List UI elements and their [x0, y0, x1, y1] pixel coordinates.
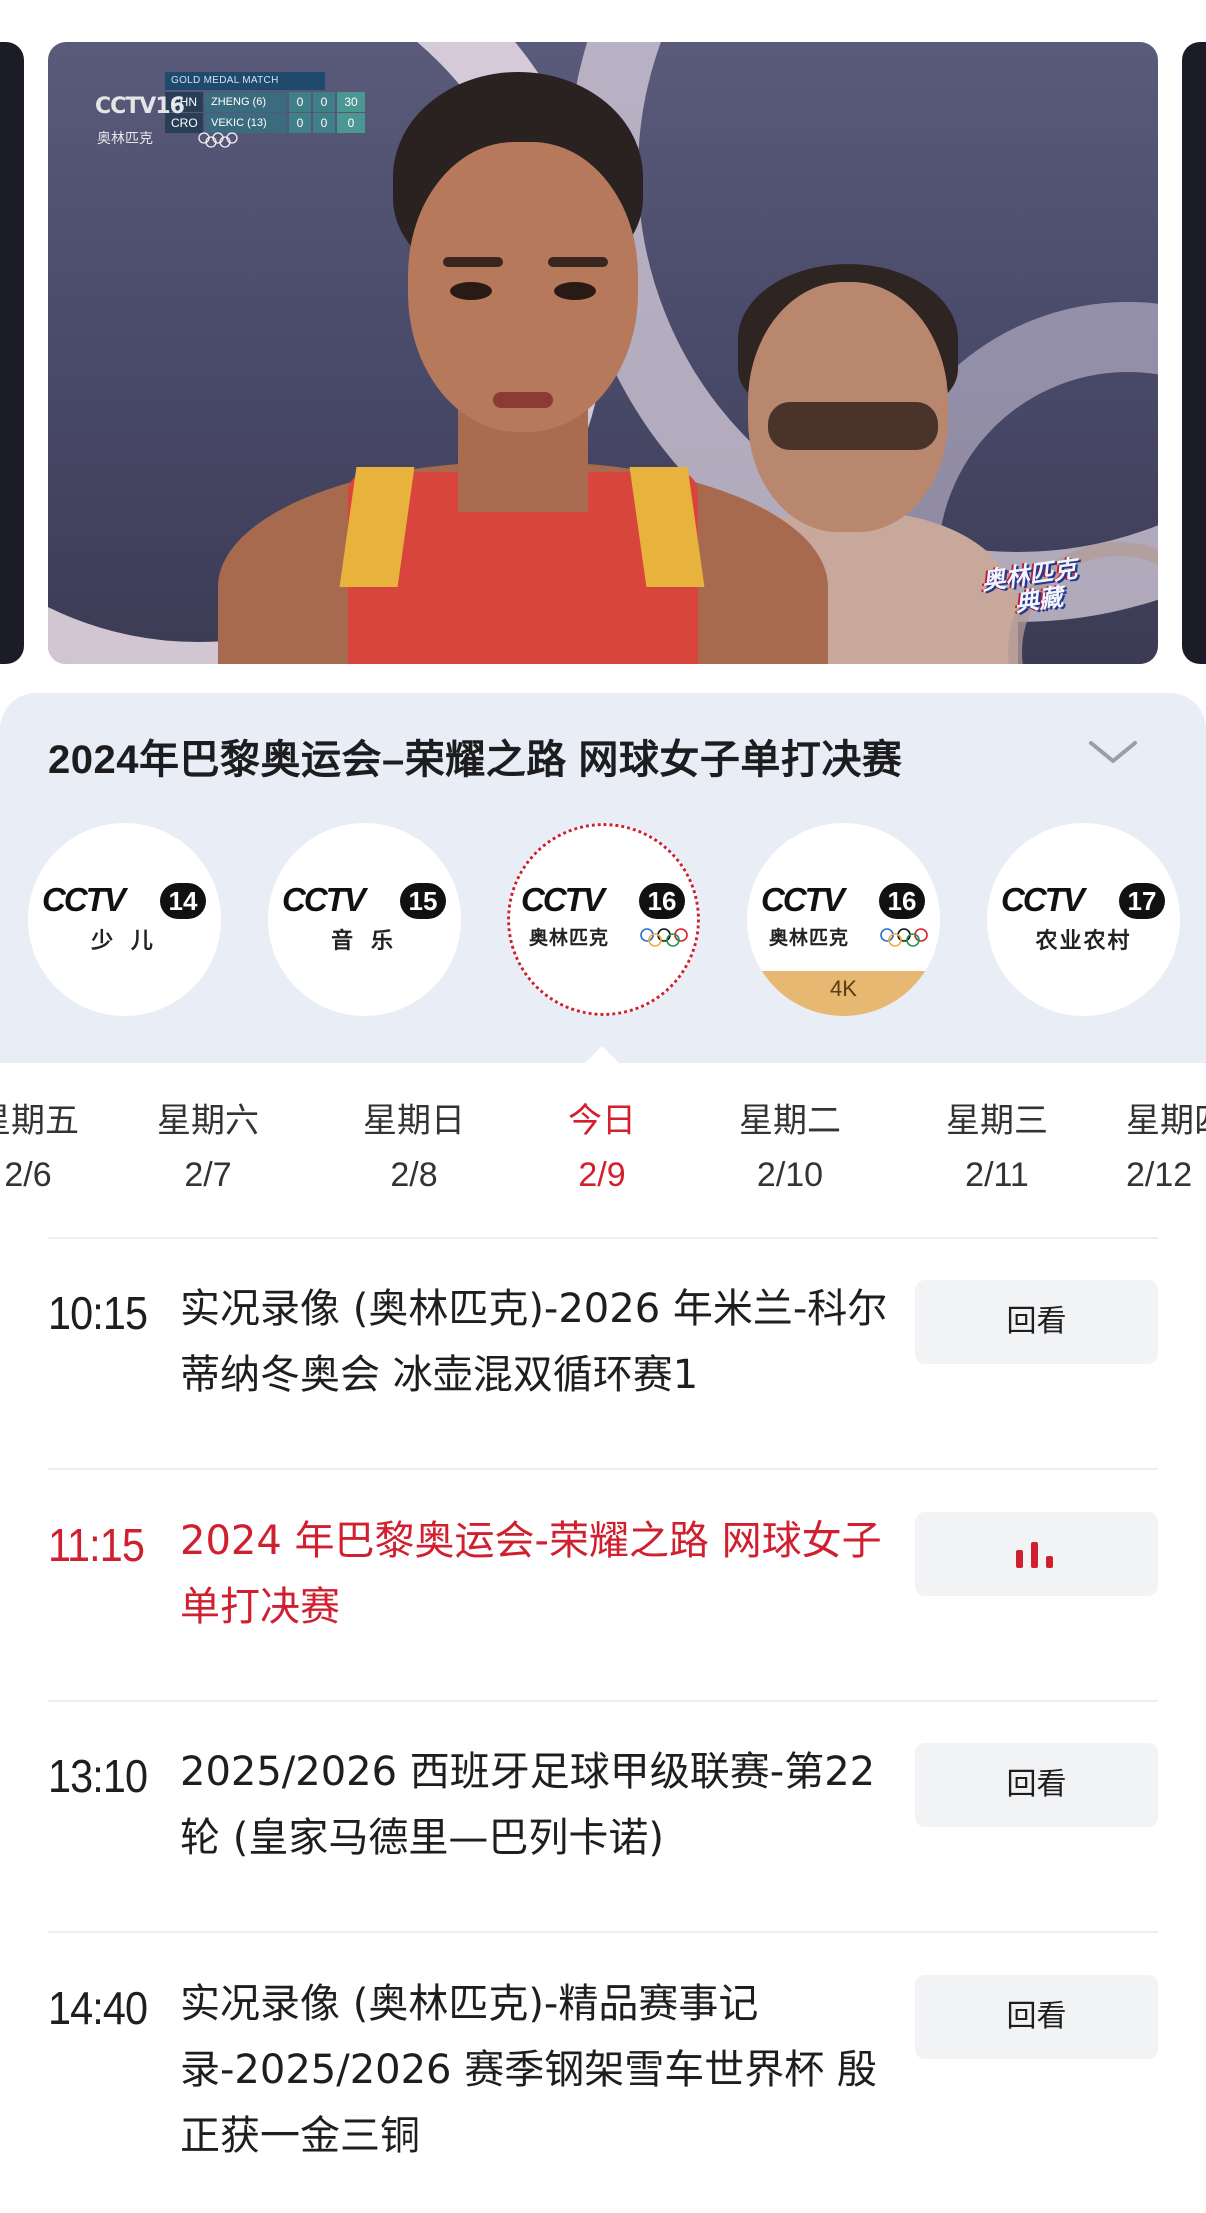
schedule-time: 10:15: [48, 1287, 148, 1339]
day-date: 2/9: [578, 1156, 626, 1194]
scoreboard-set: 0: [289, 113, 311, 133]
channel-cctv15[interactable]: CCTV 15 音 乐: [268, 823, 461, 1016]
scoreboard-game: 0: [313, 113, 335, 133]
logo-number: 17: [1119, 883, 1165, 919]
day-weekday: 星期四: [1126, 1101, 1206, 1141]
logo-word: CCTV: [521, 881, 605, 918]
replay-button[interactable]: 回看: [915, 1280, 1158, 1364]
video-player[interactable]: GOLD MEDAL MATCH CHN ZHENG (6) 0 0 30 CR…: [48, 42, 1158, 664]
now-playing-button[interactable]: [915, 1512, 1158, 1596]
channel-subtitle: 音 乐: [331, 929, 398, 954]
channel-cctv17[interactable]: CCTV 17 农业农村: [987, 823, 1180, 1016]
athlete-figure: [218, 72, 828, 664]
day-date: 2/6: [4, 1156, 52, 1194]
day-tab[interactable]: 星期二 2/10: [710, 1093, 870, 1201]
scoreboard-player: ZHENG (6): [205, 92, 287, 112]
4k-badge: 4K: [747, 971, 940, 1016]
video-carousel[interactable]: GOLD MEDAL MATCH CHN ZHENG (6) 0 0 30 CR…: [0, 0, 1206, 690]
olympic-rings-icon: [198, 132, 238, 148]
day-date: 2/7: [184, 1156, 232, 1194]
scoreboard-point: 0: [337, 113, 365, 133]
divider: [48, 1468, 1158, 1470]
schedule-title: 实况录像 (奥林匹克)-精品赛事记录-2025/2026 赛季钢架雪车世界杯 殷…: [180, 1981, 877, 2159]
day-weekday: 星期日: [363, 1101, 465, 1141]
channel-watermark: CCTV16: [95, 94, 185, 119]
schedule-item[interactable]: 13:10 2025/2026 西班牙足球甲级联赛-第22轮 (皇家马德里—巴列…: [0, 1725, 1206, 1931]
schedule-time: 11:15: [48, 1519, 145, 1571]
day-weekday: 星期六: [157, 1101, 259, 1141]
program-card: 2024年巴黎奥运会–荣耀之路 网球女子单打决赛 CCTV 14 少 儿 CCT…: [0, 693, 1206, 1063]
schedule-time: 14:40: [48, 1982, 148, 2034]
day-tab[interactable]: 星期日 2/8: [334, 1093, 494, 1201]
day-weekday: 星期二: [739, 1101, 841, 1141]
day-tab[interactable]: 星期六 2/7: [128, 1093, 288, 1201]
schedule-item[interactable]: 14:40 实况录像 (奥林匹克)-精品赛事记录-2025/2026 赛季钢架雪…: [0, 1957, 1206, 2213]
replay-button[interactable]: 回看: [915, 1975, 1158, 2059]
divider: [48, 1237, 1158, 1239]
next-video-thumbnail[interactable]: [1182, 42, 1206, 664]
channel-logo: CCTV 15: [282, 881, 447, 925]
channel-cctv16-4k[interactable]: CCTV 16 奥林匹克 4K: [747, 823, 940, 1016]
day-weekday: 星期五: [0, 1101, 79, 1141]
scoreboard-title: GOLD MEDAL MATCH: [165, 72, 325, 90]
day-date: 2/12: [1126, 1156, 1193, 1194]
divider: [48, 1931, 1158, 1933]
schedule-title: 实况录像 (奥林匹克)-2026 年米兰-科尔蒂纳冬奥会 冰壶混双循环赛1: [180, 1286, 888, 1398]
scoreboard-player: VEKIC (13): [205, 113, 287, 133]
channel-watermark-sub: 奥林匹克: [97, 131, 153, 147]
olympic-rings-icon: [880, 928, 928, 947]
day-date: 2/8: [390, 1156, 438, 1194]
channel-cctv14[interactable]: CCTV 14 少 儿: [28, 823, 221, 1016]
scoreboard-point: 30: [337, 92, 365, 112]
replay-button[interactable]: 回看: [915, 1743, 1158, 1827]
day-date: 2/11: [965, 1156, 1029, 1194]
day-date: 2/10: [756, 1156, 824, 1194]
schedule-item[interactable]: 10:15 实况录像 (奥林匹克)-2026 年米兰-科尔蒂纳冬奥会 冰壶混双循…: [0, 1262, 1206, 1470]
previous-video-thumbnail[interactable]: [0, 42, 24, 664]
channel-logo: CCTV 14: [42, 881, 207, 925]
day-tab-today[interactable]: 今日 2/9: [522, 1093, 682, 1201]
day-tab[interactable]: 星期五 2/6: [0, 1093, 108, 1201]
channel-logo: CCTV 16: [761, 881, 926, 925]
channel-subtitle: 奥林匹克: [529, 927, 610, 949]
channel-cctv16-selected[interactable]: CCTV 16 奥林匹克: [507, 823, 700, 1016]
now-playing-icon: [1016, 1542, 1056, 1568]
olympic-rings-icon: [640, 928, 688, 947]
logo-word: CCTV: [761, 881, 845, 918]
schedule-time: 13:10: [48, 1750, 148, 1802]
date-selector: 星期五 2/6 星期六 2/7 星期日 2/8 今日 2/9 星期二 2/10 …: [0, 1063, 1206, 1238]
logo-number: 15: [400, 883, 446, 919]
channel-logo: CCTV 17: [1001, 881, 1166, 925]
scoreboard-row: CHN ZHENG (6) 0 0 30: [165, 92, 375, 112]
channel-subtitle: 农业农村: [1035, 929, 1132, 954]
day-tab[interactable]: 星期四 2/12: [1126, 1093, 1206, 1201]
schedule-title: 2024 年巴黎奥运会-荣耀之路 网球女子单打决赛: [180, 1518, 882, 1630]
logo-word: CCTV: [42, 881, 126, 918]
schedule-title: 2025/2026 西班牙足球甲级联赛-第22轮 (皇家马德里—巴列卡诺): [180, 1749, 876, 1861]
day-weekday: 星期三: [946, 1101, 1048, 1141]
divider: [48, 1700, 1158, 1702]
logo-number: 16: [879, 883, 925, 919]
scoreboard-game: 0: [313, 92, 335, 112]
scoreboard-set: 0: [289, 92, 311, 112]
logo-number: 16: [639, 883, 685, 919]
day-tab[interactable]: 星期三 2/11: [917, 1093, 1077, 1201]
scoreboard-row: CRO VEKIC (13) 0 0 0: [165, 113, 375, 133]
chevron-down-icon[interactable]: [1085, 731, 1141, 771]
logo-word: CCTV: [282, 881, 366, 918]
day-weekday: 今日: [568, 1101, 636, 1141]
channel-logo: CCTV 16: [521, 881, 686, 925]
schedule-item-live[interactable]: 11:15 2024 年巴黎奥运会-荣耀之路 网球女子单打决赛: [0, 1494, 1206, 1700]
logo-word: CCTV: [1001, 881, 1085, 918]
logo-number: 14: [160, 883, 206, 919]
channel-subtitle: 少 儿: [91, 929, 158, 954]
channel-selector: CCTV 14 少 儿 CCTV 15 音 乐 CCTV 16 奥林匹克 CCT…: [0, 823, 1206, 1023]
program-title: 2024年巴黎奥运会–荣耀之路 网球女子单打决赛: [48, 738, 903, 782]
